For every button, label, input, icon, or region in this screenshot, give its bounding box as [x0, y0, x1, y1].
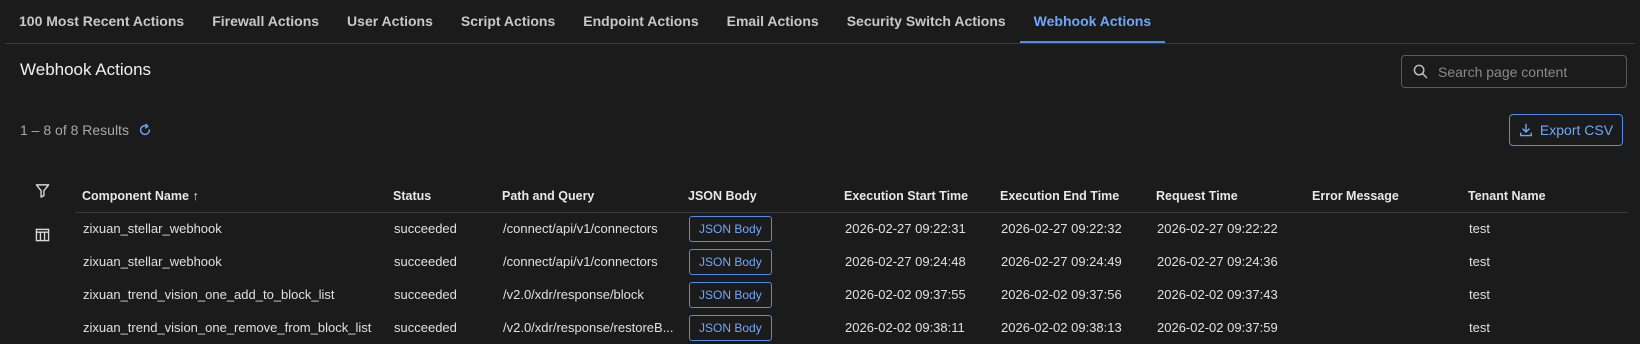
- tab-100-most-recent-actions[interactable]: 100 Most Recent Actions: [5, 0, 198, 43]
- cell-execution-end-time: 2026-02-02 09:38:13: [1001, 320, 1122, 335]
- tab-endpoint-actions[interactable]: Endpoint Actions: [569, 0, 712, 43]
- column-header-tenant-name[interactable]: Tenant Name: [1461, 180, 1628, 213]
- table-row: zixuan_trend_vision_one_remove_from_bloc…: [75, 311, 1628, 344]
- webhook-actions-table: Component Name ↑ Status Path and Query J…: [75, 180, 1628, 344]
- cell-json-body: JSON Body: [681, 212, 837, 245]
- column-header-component-name[interactable]: Component Name ↑: [75, 180, 386, 213]
- tab-security-switch-actions[interactable]: Security Switch Actions: [833, 0, 1020, 43]
- cell-error-message: [1305, 212, 1461, 245]
- cell-status: succeeded: [394, 320, 457, 335]
- cell-json-body: JSON Body: [681, 245, 837, 278]
- cell-component-name: zixuan_stellar_webhook: [83, 221, 222, 237]
- column-header-path-and-query[interactable]: Path and Query: [495, 180, 681, 213]
- cell-execution-start-time: 2026-02-27 09:24:48: [845, 254, 966, 269]
- column-header-status[interactable]: Status: [386, 180, 495, 213]
- tab-email-actions[interactable]: Email Actions: [713, 0, 833, 43]
- table-header-row: Component Name ↑ Status Path and Query J…: [75, 180, 1628, 213]
- export-csv-button[interactable]: Export CSV: [1509, 114, 1623, 146]
- cell-tenant-name: test: [1469, 254, 1490, 269]
- filter-icon[interactable]: [35, 183, 50, 198]
- cell-status: succeeded: [394, 221, 457, 237]
- cell-execution-end-time: 2026-02-27 09:24:49: [1001, 254, 1122, 269]
- cell-component-name: zixuan_trend_vision_one_remove_from_bloc…: [83, 320, 372, 335]
- cell-path-and-query: /connect/api/v1/connectors: [503, 254, 658, 269]
- cell-request-time: 2026-02-27 09:24:36: [1157, 254, 1278, 269]
- cell-request-time: 2026-02-02 09:37:43: [1157, 287, 1278, 302]
- cell-status: succeeded: [394, 254, 457, 269]
- cell-tenant-name: test: [1469, 221, 1490, 237]
- tab-bar: 100 Most Recent Actions Firewall Actions…: [5, 0, 1635, 44]
- column-header-execution-start-time[interactable]: Execution Start Time: [837, 180, 993, 213]
- json-body-button[interactable]: JSON Body: [689, 215, 772, 242]
- cell-execution-end-time: 2026-02-27 09:22:32: [1001, 221, 1122, 237]
- tab-webhook-actions[interactable]: Webhook Actions: [1019, 0, 1166, 43]
- table-row: zixuan_stellar_webhook succeeded /connec…: [75, 245, 1628, 278]
- page-title: Webhook Actions: [20, 60, 152, 79]
- cell-path-and-query: /connect/api/v1/connectors: [503, 221, 658, 237]
- cell-json-body: JSON Body: [681, 278, 837, 311]
- columns-icon[interactable]: [35, 228, 50, 242]
- cell-request-time: 2026-02-02 09:37:59: [1157, 320, 1278, 335]
- json-body-button[interactable]: JSON Body: [689, 314, 772, 341]
- json-body-button[interactable]: JSON Body: [689, 281, 772, 308]
- cell-execution-start-time: 2026-02-02 09:37:55: [845, 287, 966, 302]
- cell-json-body: JSON Body: [681, 311, 837, 344]
- tab-user-actions[interactable]: User Actions: [333, 0, 447, 43]
- cell-execution-start-time: 2026-02-02 09:38:11: [845, 320, 965, 335]
- column-header-request-time[interactable]: Request Time: [1149, 180, 1305, 213]
- json-body-button[interactable]: JSON Body: [689, 248, 772, 275]
- cell-component-name: zixuan_trend_vision_one_add_to_block_lis…: [83, 287, 335, 302]
- table-row: zixuan_stellar_webhook succeeded /connec…: [75, 212, 1628, 245]
- cell-error-message: [1305, 245, 1461, 278]
- cell-execution-end-time: 2026-02-02 09:37:56: [1001, 287, 1122, 302]
- cell-path-and-query: /v2.0/xdr/response/block: [503, 287, 644, 302]
- results-summary: 1 – 8 of 8 Results: [20, 122, 152, 138]
- export-csv-label: Export CSV: [1539, 122, 1614, 138]
- download-icon: [1519, 123, 1532, 137]
- table-row: zixuan_trend_vision_one_add_to_block_lis…: [75, 278, 1628, 311]
- cell-component-name: zixuan_stellar_webhook: [83, 254, 222, 269]
- tab-script-actions[interactable]: Script Actions: [447, 0, 569, 43]
- search-icon: [1413, 64, 1428, 79]
- results-count: 1 – 8 of 8 Results: [20, 122, 129, 138]
- search-box[interactable]: [1401, 55, 1627, 88]
- cell-error-message: [1305, 278, 1461, 311]
- column-header-json-body[interactable]: JSON Body: [681, 180, 837, 213]
- cell-path-and-query: /v2.0/xdr/response/restoreB...: [503, 320, 674, 335]
- cell-tenant-name: test: [1469, 287, 1490, 302]
- cell-request-time: 2026-02-27 09:22:22: [1157, 221, 1278, 237]
- cell-tenant-name: test: [1469, 320, 1490, 335]
- column-header-error-message[interactable]: Error Message: [1305, 180, 1461, 213]
- cell-error-message: [1305, 311, 1461, 344]
- arrow-up-icon: ↑: [192, 188, 199, 203]
- column-header-execution-end-time[interactable]: Execution End Time: [993, 180, 1149, 213]
- cell-status: succeeded: [394, 287, 457, 302]
- tab-firewall-actions[interactable]: Firewall Actions: [198, 0, 333, 43]
- cell-execution-start-time: 2026-02-27 09:22:31: [845, 221, 966, 237]
- refresh-icon[interactable]: [138, 123, 152, 137]
- search-input[interactable]: [1438, 63, 1618, 80]
